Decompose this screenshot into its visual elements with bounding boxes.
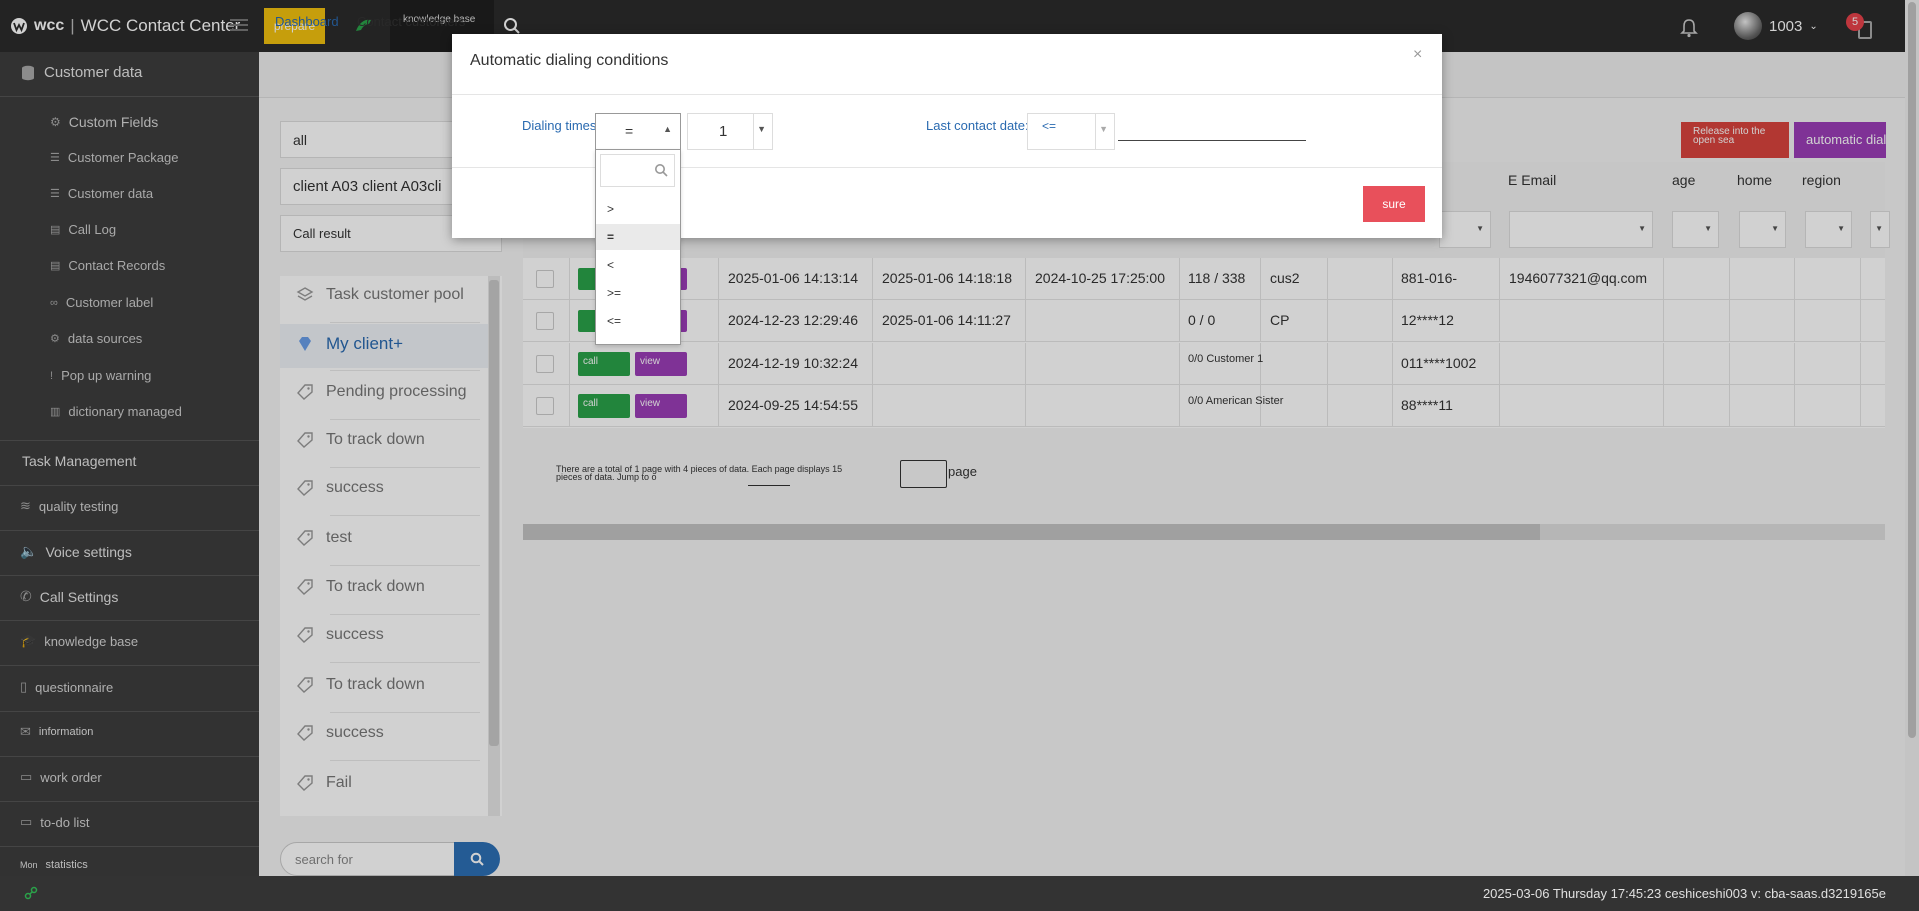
count-value: 1 [719, 123, 728, 140]
dropdown-option[interactable]: >= [596, 280, 680, 306]
divider [452, 94, 1442, 95]
dropdown-option[interactable]: = [596, 224, 680, 250]
last-contact-operator-value: <= [1042, 119, 1057, 133]
divider [753, 114, 754, 149]
dialing-times-label: Dialing times: [522, 118, 601, 133]
dropdown-option[interactable]: < [596, 252, 680, 278]
sure-button[interactable]: sure [1363, 186, 1425, 222]
dropdown-search-input[interactable] [600, 154, 675, 187]
modal-title: Automatic dialing conditions [470, 52, 669, 69]
connection-icon [24, 886, 38, 900]
status-text: 2025-03-06 Thursday 17:45:23 ceshiceshi0… [1482, 886, 1886, 901]
close-icon[interactable]: × [1413, 46, 1422, 64]
caret-down-icon: ▼ [757, 124, 766, 134]
divider [1095, 114, 1096, 149]
operator-value: = [625, 123, 634, 139]
last-contact-label: Last contact date: [926, 118, 1029, 133]
status-bar: 2025-03-06 Thursday 17:45:23 ceshiceshi0… [0, 876, 1919, 911]
last-contact-date-input[interactable] [1118, 140, 1306, 141]
search-icon [655, 164, 668, 177]
caret-down-icon: ▼ [1099, 124, 1108, 134]
caret-up-icon: ▲ [663, 124, 672, 134]
last-contact-operator-select[interactable]: <= ▼ [1027, 113, 1115, 150]
dialing-operator-select[interactable]: = ▲ [595, 113, 681, 150]
dialing-count-select[interactable]: 1 ▼ [687, 113, 773, 150]
dropdown-option[interactable]: <= [596, 308, 680, 334]
dropdown-option[interactable]: > [596, 196, 680, 222]
